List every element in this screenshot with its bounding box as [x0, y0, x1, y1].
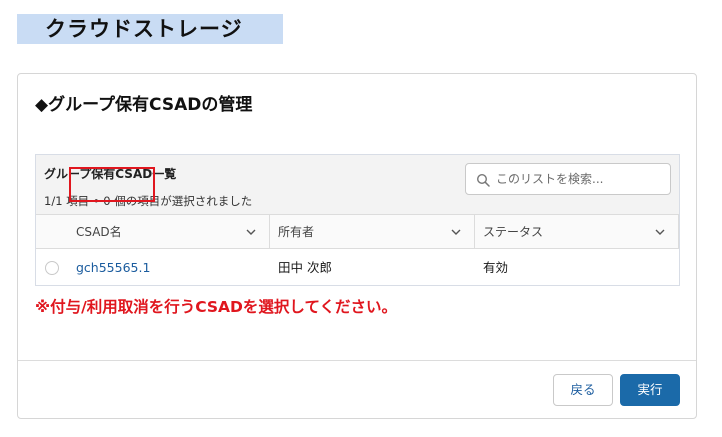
column-header-label: ステータス	[483, 225, 544, 239]
card-title: ◆グループ保有CSADの管理	[35, 95, 253, 115]
column-header-status[interactable]: ステータス	[475, 215, 679, 249]
search-input[interactable]	[496, 164, 666, 194]
column-header-label: 所有者	[278, 225, 315, 239]
page-title: クラウドストレージ	[17, 14, 283, 44]
run-button[interactable]: 実行	[620, 374, 680, 406]
selection-notice: ※付与/利用取消を行うCSADを選択してください。	[35, 298, 397, 316]
column-header-owner[interactable]: 所有者	[270, 215, 475, 249]
highlight-annotation-box	[69, 167, 155, 202]
status-cell: 有効	[483, 260, 509, 275]
column-header-row: CSAD名 所有者 ステータス	[36, 215, 679, 249]
column-header-csad-name[interactable]: CSAD名	[68, 215, 270, 249]
chevron-down-icon[interactable]	[450, 226, 462, 238]
list-search-box[interactable]	[465, 163, 671, 195]
chevron-down-icon[interactable]	[245, 226, 257, 238]
chevron-down-icon[interactable]	[654, 226, 666, 238]
back-button[interactable]: 戻る	[553, 374, 613, 406]
owner-cell: 田中 次郎	[278, 260, 332, 275]
csad-name-link[interactable]: gch55565.1	[76, 260, 150, 275]
csad-management-card: ◆グループ保有CSADの管理 グループ保有CSAD一覧 1/1 項目 • 0 個…	[17, 73, 697, 419]
row-select-radio[interactable]	[45, 261, 59, 275]
column-header-label: CSAD名	[76, 225, 122, 239]
search-icon	[476, 173, 490, 187]
footer-divider	[18, 360, 696, 361]
table-row: gch55565.1 田中 次郎 有効	[36, 249, 679, 286]
csad-name-cell: gch55565.1	[76, 249, 150, 286]
